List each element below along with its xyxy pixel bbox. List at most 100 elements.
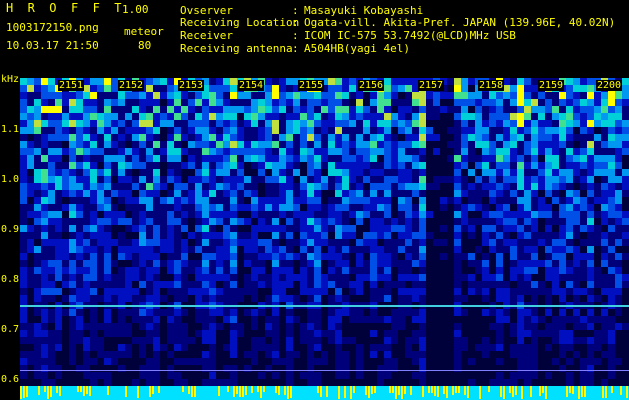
spectrogram-cell	[272, 127, 279, 134]
spectrogram-cell	[195, 218, 202, 225]
spectrogram-cell	[132, 162, 139, 169]
bottom-band-spike	[584, 386, 586, 397]
spectrogram-cell	[146, 92, 153, 99]
spectrogram-cell	[55, 232, 62, 239]
spectrogram-cell	[475, 281, 482, 288]
spectrogram-cell	[524, 295, 531, 302]
spectrogram-cell	[370, 239, 377, 246]
freq-tick: 1.1	[1, 124, 20, 135]
spectrogram-cell	[384, 309, 391, 316]
spectrogram-cell	[272, 218, 279, 225]
spectrogram-cell	[62, 253, 69, 260]
spectrogram-cell	[272, 113, 279, 120]
spectrogram-cell	[573, 134, 580, 141]
spectrogram-cell	[552, 211, 559, 218]
spectrogram-cell	[559, 225, 566, 232]
spectrogram-cell	[531, 113, 538, 120]
spectrogram-cell	[468, 239, 475, 246]
spectrogram-cell	[174, 281, 181, 288]
spectrogram-cell	[328, 295, 335, 302]
spectrogram-cell	[153, 344, 160, 351]
spectrogram-cell	[307, 344, 314, 351]
spectrogram-cell	[62, 309, 69, 316]
spectrogram-cell	[531, 358, 538, 365]
spectrogram-cell	[342, 316, 349, 323]
spectrogram-cell	[265, 169, 272, 176]
spectrogram-cell	[209, 225, 216, 232]
spectrogram-cell	[153, 295, 160, 302]
spectrogram-cell	[111, 239, 118, 246]
spectrogram-cell	[90, 113, 97, 120]
spectrogram-cell	[475, 197, 482, 204]
spectrogram-cell	[62, 134, 69, 141]
spectrogram-cell	[356, 232, 363, 239]
spectrogram-cell	[356, 148, 363, 155]
spectrogram-cell	[111, 92, 118, 99]
bottom-band-spike	[602, 386, 604, 398]
spectrogram-cell	[461, 148, 468, 155]
spectrogram-cell	[83, 218, 90, 225]
spectrogram-cell	[118, 232, 125, 239]
spectrogram-cell	[167, 246, 174, 253]
spectrogram-cell	[615, 274, 622, 281]
spectrogram-cell	[328, 190, 335, 197]
spectrogram-cell	[398, 127, 405, 134]
spectrogram-cell	[48, 99, 55, 106]
spectrogram-cell	[279, 106, 286, 113]
spectrogram-cell	[27, 344, 34, 351]
spectrogram-cell	[132, 134, 139, 141]
spectrogram-cell	[104, 281, 111, 288]
spectrogram-cell	[314, 330, 321, 337]
spectrogram-cell	[566, 218, 573, 225]
spectrogram-cell	[573, 344, 580, 351]
spectrogram-cell	[223, 295, 230, 302]
spectrogram-cell	[76, 344, 83, 351]
spectrogram-cell	[202, 120, 209, 127]
spectrogram-cell	[412, 127, 419, 134]
spectrogram-cell	[447, 274, 454, 281]
spectrogram-cell	[41, 99, 48, 106]
spectrogram-cell	[69, 267, 76, 274]
spectrogram-cell	[531, 162, 538, 169]
bottom-band-spike	[152, 386, 154, 394]
spectrogram-cell	[517, 288, 524, 295]
spectrogram-cell	[279, 225, 286, 232]
spectrogram-cell	[594, 134, 601, 141]
spectrogram-cell	[69, 92, 76, 99]
spectrogram-cell	[580, 127, 587, 134]
spectrogram-cell	[391, 225, 398, 232]
spectrogram-cell	[167, 190, 174, 197]
spectrogram-cell	[20, 92, 27, 99]
bottom-band-spike	[368, 386, 370, 398]
spectrogram-cell	[405, 246, 412, 253]
spectrogram-cell	[153, 113, 160, 120]
spectrogram-cell	[167, 323, 174, 330]
spectrogram-cell	[195, 148, 202, 155]
spectrogram-cell	[251, 351, 258, 358]
spectrogram-cell	[83, 183, 90, 190]
spectrogram-cell	[335, 120, 342, 127]
spectrogram-cell	[398, 316, 405, 323]
spectrogram-cell	[559, 351, 566, 358]
spectrogram-cell	[223, 330, 230, 337]
spectrogram-cell	[377, 246, 384, 253]
spectrogram-cell	[580, 141, 587, 148]
spectrogram-cell	[181, 351, 188, 358]
spectrogram-cell	[41, 372, 48, 379]
spectrogram-cell	[419, 337, 426, 344]
spectrogram-cell	[426, 134, 433, 141]
spectrogram-cell	[461, 225, 468, 232]
spectrogram-cell	[69, 113, 76, 120]
spectrogram-cell	[272, 330, 279, 337]
spectrogram-cell	[517, 337, 524, 344]
spectrogram-cell	[90, 204, 97, 211]
spectrogram-cell	[615, 267, 622, 274]
spectrogram-cell	[356, 204, 363, 211]
spectrogram-cell	[531, 176, 538, 183]
spectrogram-cell	[20, 239, 27, 246]
spectrogram-cell	[489, 162, 496, 169]
spectrogram-cell	[622, 183, 629, 190]
spectrogram-cell	[202, 239, 209, 246]
spectrogram-cell	[300, 148, 307, 155]
spectrogram-cell	[517, 162, 524, 169]
